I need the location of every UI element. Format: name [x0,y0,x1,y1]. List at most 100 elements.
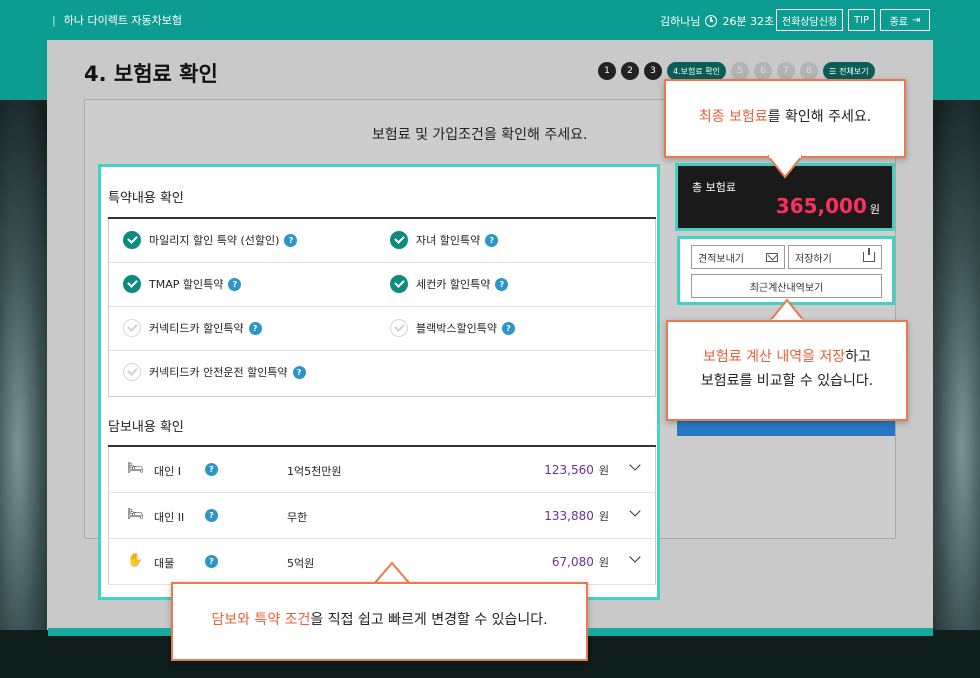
step-5: 5 [730,62,749,80]
callout-tail [768,155,802,179]
amount-value: 133,880 [544,509,594,523]
chevron-down-icon[interactable] [629,459,641,471]
tip-button[interactable]: TIP [848,9,875,31]
coverage-amount: 67,080 원 [552,554,609,570]
user-name: 김하나님 [660,15,701,28]
term-label: 블랙박스할인특약 [416,322,497,335]
send-quote-button[interactable]: 견적보내기 [691,245,785,269]
recent-history-label: 최근계산내역보기 [749,282,824,294]
check-icon [123,363,141,381]
brand-name: 하나 다이렉트 자동차보험 [63,14,183,27]
send-quote-label: 견적보내기 [698,253,744,265]
coverage-limit: 5억원 [287,557,315,570]
save-button[interactable]: 저장하기 [788,245,882,269]
term-connected-car[interactable]: 커넥티드카 할인특약? [123,319,262,337]
check-icon [123,231,141,249]
help-icon[interactable]: ? [292,365,306,379]
callout-text: 하고 [845,349,871,365]
chevron-down-icon[interactable] [629,505,641,517]
step-3[interactable]: 3 [644,62,662,80]
table-row: 커넥티드카 할인특약? 블랙박스할인특약? [109,307,655,351]
coverage-amount: 123,560 원 [544,462,609,478]
term-label: 커넥티드카 안전운전 할인특약 [149,366,288,379]
help-icon[interactable]: ? [205,555,218,568]
help-icon[interactable]: ? [205,463,218,476]
calculate-button-partial [677,420,895,436]
term-second-car[interactable]: 세컨카 할인특약? [390,275,509,293]
help-icon[interactable]: ? [284,233,298,247]
callout-highlight: 보험료 계산 내역을 저장 [703,349,846,365]
recent-history-button[interactable]: 최근계산내역보기 [691,274,882,298]
page-title: 4. 보험료 확인 [84,62,218,86]
coverage-title: 담보내용 확인 [108,420,184,435]
amount-value: 123,560 [544,463,594,477]
coverage-panel: 특약내용 확인 마일리지 할인 특약 (선할인)? 자녀 할인특약? TMAP … [98,164,660,600]
chevron-down-icon[interactable] [629,551,641,563]
coverage-limit: 1억5천만원 [287,465,342,478]
total-amount: 365,000 원 [776,194,880,218]
callout-total: 최종 보험료를 확인해 주세요. [664,79,906,158]
property-icon: ✋ [127,553,144,568]
callout-tail [770,298,804,322]
table-row: 커넥티드카 안전운전 할인특약? [109,351,655,395]
step-2[interactable]: 2 [621,62,639,80]
session-info: 김하나님 26분 32초 [660,13,774,29]
coverage-name: 대인 I [154,465,181,478]
consult-button[interactable]: 전화상담신청 [776,9,843,31]
download-icon [863,248,875,262]
table-row: 마일리지 할인 특약 (선할인)? 자녀 할인특약? [109,219,655,263]
amount-unit: 원 [598,510,609,523]
check-icon [123,275,141,293]
top-bar: | 하나 다이렉트 자동차보험 김하나님 26분 32초 전화상담신청 TIP 종… [0,0,980,40]
help-icon[interactable]: ? [248,321,262,335]
callout-highlight: 최종 보험료 [698,109,768,125]
term-child[interactable]: 자녀 할인특약? [390,231,499,249]
step-4-current: 4.보험료 확인 [667,62,726,80]
term-blackbox[interactable]: 블랙박스할인특약? [390,319,515,337]
help-icon[interactable]: ? [228,277,242,291]
amount-unit: 원 [598,464,609,477]
person-injury-icon: 🛏 [127,507,144,522]
term-label: 세컨카 할인특약 [416,278,491,291]
step-indicator: 1 2 3 4.보험료 확인 5 6 7 8 ☰ 전체보기 [598,62,875,80]
total-label: 총 보험료 [692,181,736,194]
amount-value: 67,080 [551,555,594,569]
check-icon [390,231,408,249]
save-label: 저장하기 [795,253,832,265]
callout-text: 를 확인해 주세요. [767,109,872,125]
step-1[interactable]: 1 [598,62,616,80]
total-value: 365,000 [775,194,867,218]
bottom-strip-left [48,628,171,636]
term-mileage[interactable]: 마일리지 할인 특약 (선할인)? [123,231,298,249]
amount-unit: 원 [598,556,609,569]
special-terms-table: 마일리지 할인 특약 (선할인)? 자녀 할인특약? TMAP 할인특약? 세컨… [108,219,656,397]
consult-label: 전화상담신청 [781,16,838,28]
term-label: TMAP 할인특약 [149,278,224,291]
coverage-row-bodily-2[interactable]: 🛏 대인 II ? 무한 133,880 원 [108,493,656,539]
term-connected-safe[interactable]: 커넥티드카 안전운전 할인특약? [123,363,306,381]
help-icon[interactable]: ? [501,321,515,335]
callout-text-line2: 보험료를 비교할 수 있습니다. [700,372,874,389]
coverage-row-bodily-1[interactable]: 🛏 대인 I ? 1억5천만원 123,560 원 [108,447,656,493]
help-icon[interactable]: ? [485,233,499,247]
help-icon[interactable]: ? [495,277,509,291]
view-all-label: 전체보기 [839,66,869,76]
term-label: 커넥티드카 할인특약 [149,322,244,335]
callout-save: 보험료 계산 내역을 저장하고 보험료를 비교할 수 있습니다. [666,320,908,421]
mail-icon [766,252,778,262]
coverage-name: 대인 II [154,511,185,524]
term-tmap[interactable]: TMAP 할인특약? [123,275,242,293]
help-icon[interactable]: ? [205,509,218,522]
special-terms-title: 특약내용 확인 [108,191,184,206]
exit-label: 종료 [889,16,908,28]
brand[interactable]: | 하나 다이렉트 자동차보험 [52,12,182,28]
person-injury-icon: 🛏 [127,461,144,476]
check-icon [390,275,408,293]
menu-icon: ☰ [828,66,837,76]
view-all-button[interactable]: ☰ 전체보기 [822,62,875,80]
check-icon [123,319,141,337]
exit-button[interactable]: 종료 ⇥ [880,9,930,31]
term-label: 마일리지 할인 특약 (선할인) [149,234,280,247]
coverage-name: 대물 [154,557,175,570]
callout-text: 을 직접 쉽고 빠르게 변경할 수 있습니다. [310,612,548,628]
